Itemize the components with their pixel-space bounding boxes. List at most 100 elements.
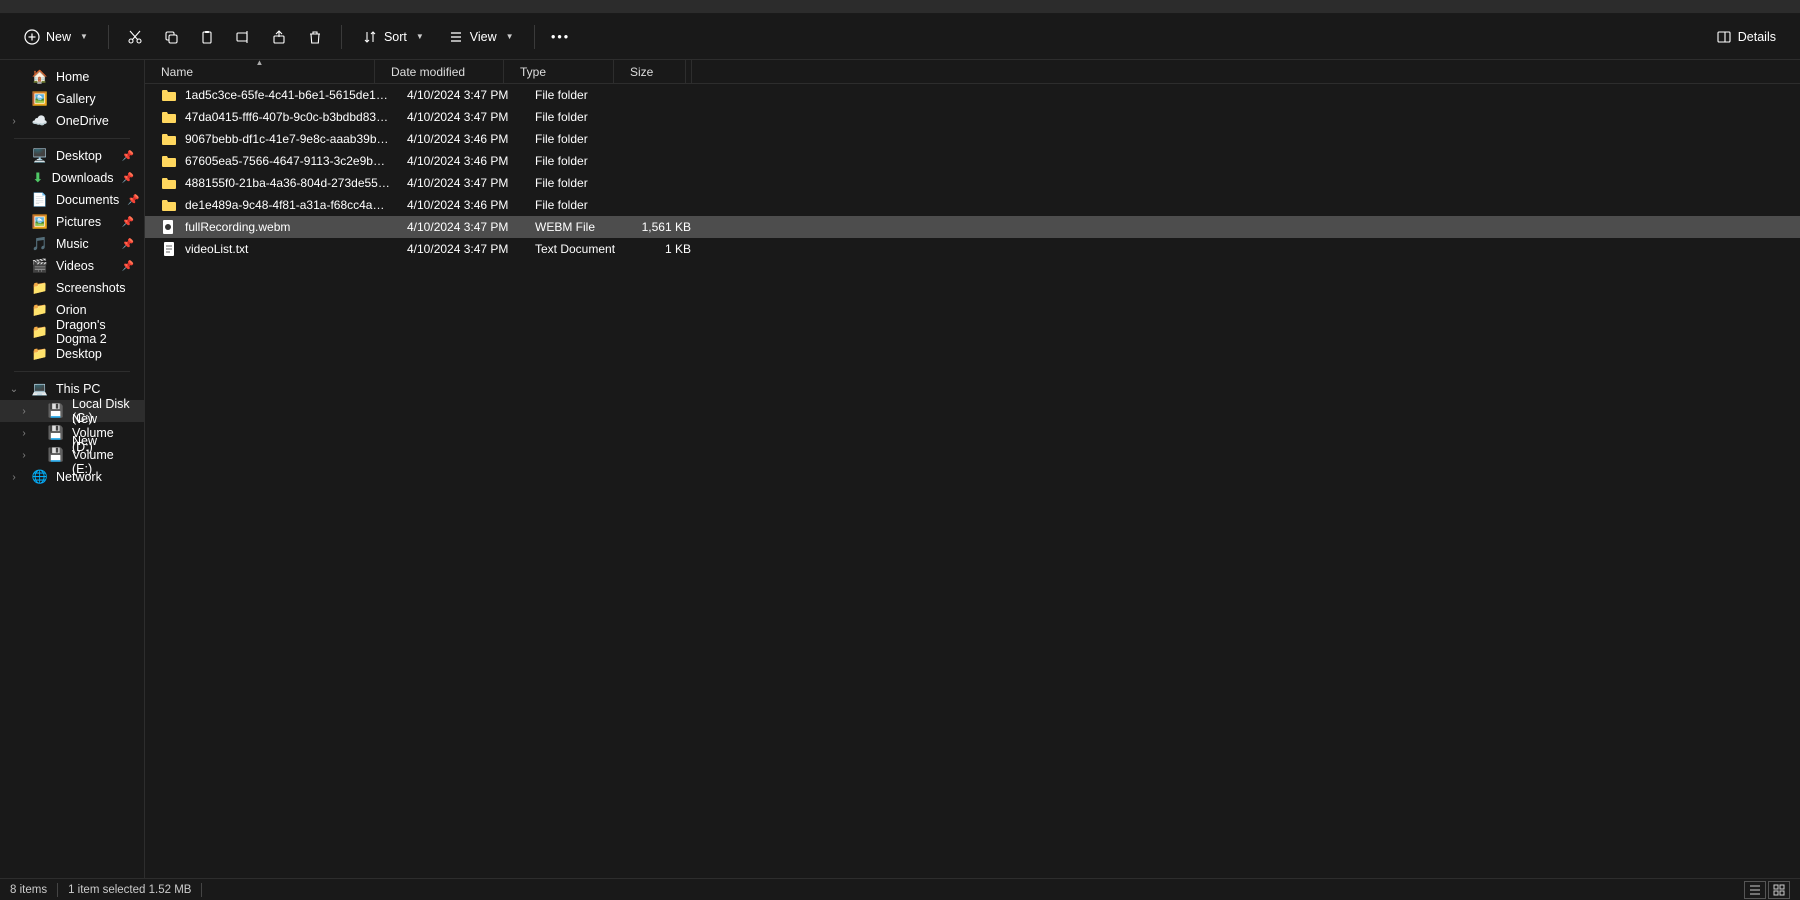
sort-icon — [362, 29, 378, 45]
file-date: 4/10/2024 3:47 PM — [391, 176, 519, 190]
nav-home[interactable]: 🏠Home — [0, 66, 144, 88]
file-list[interactable]: 1ad5c3ce-65fe-4c41-b6e1-5615de16321a4/10… — [145, 84, 1800, 878]
nav-videos[interactable]: 🎬 Videos 📌 — [0, 255, 144, 277]
file-type: File folder — [519, 176, 629, 190]
file-name: 488155f0-21ba-4a36-804d-273de55c1872 — [185, 176, 391, 190]
navigation-pane: 🏠Home 🖼️Gallery ›☁️OneDrive 🖥️Desktop📌 ⬇… — [0, 60, 145, 878]
file-row[interactable]: 67605ea5-7566-4647-9113-3c2e9b5c88484/10… — [145, 150, 1800, 172]
sort-button[interactable]: Sort ▼ — [352, 23, 434, 51]
sort-label: Sort — [384, 30, 407, 44]
file-type: WEBM File — [519, 220, 629, 234]
nav-label: Documents — [56, 193, 119, 207]
sort-asc-icon: ▲ — [256, 58, 264, 67]
list-icon — [1749, 884, 1761, 896]
header-type[interactable]: Type — [504, 60, 614, 83]
file-type: File folder — [519, 154, 629, 168]
chevron-right-icon[interactable]: › — [18, 450, 30, 461]
new-button[interactable]: New ▼ — [14, 23, 98, 51]
file-row[interactable]: 9067bebb-df1c-41e7-9e8c-aaab39bbb0a84/10… — [145, 128, 1800, 150]
file-name: videoList.txt — [185, 242, 391, 256]
nav-network[interactable]: ›🌐Network — [0, 466, 144, 488]
file-row[interactable]: 488155f0-21ba-4a36-804d-273de55c18724/10… — [145, 172, 1800, 194]
nav-onedrive[interactable]: ›☁️OneDrive — [0, 110, 144, 132]
disk-icon: 💾 — [48, 447, 64, 463]
plus-circle-icon — [24, 29, 40, 45]
folder-icon: 📁 — [32, 302, 48, 318]
pin-icon[interactable]: 📌 — [122, 261, 134, 272]
column-headers: Name▲ Date modified Type Size — [145, 60, 1800, 84]
nav-label: Home — [56, 70, 89, 84]
document-icon: 📄 — [32, 192, 48, 208]
cut-button[interactable] — [119, 21, 151, 53]
folder-icon — [161, 175, 177, 191]
delete-button[interactable] — [299, 21, 331, 53]
file-row[interactable]: fullRecording.webm4/10/2024 3:47 PMWEBM … — [145, 216, 1800, 238]
thumbnails-view-button[interactable] — [1768, 881, 1790, 899]
file-row[interactable]: de1e489a-9c48-4f81-a31a-f68cc4aa01d54/10… — [145, 194, 1800, 216]
file-type: File folder — [519, 88, 629, 102]
file-name: 47da0415-fff6-407b-9c0c-b3bdbd834cb4 — [185, 110, 391, 124]
nav-label: Gallery — [56, 92, 96, 106]
nav-gallery[interactable]: 🖼️Gallery — [0, 88, 144, 110]
pin-icon[interactable]: 📌 — [122, 217, 134, 228]
nav-label: Music — [56, 237, 89, 251]
file-type: File folder — [519, 132, 629, 146]
file-date: 4/10/2024 3:47 PM — [391, 220, 519, 234]
file-name: 67605ea5-7566-4647-9113-3c2e9b5c8848 — [185, 154, 391, 168]
nav-label: OneDrive — [56, 114, 109, 128]
copy-button[interactable] — [155, 21, 187, 53]
view-button[interactable]: View ▼ — [438, 23, 524, 51]
webm-icon — [161, 219, 177, 235]
nav-desktop2[interactable]: 📁Desktop — [0, 343, 144, 365]
pin-icon[interactable]: 📌 — [122, 173, 134, 184]
file-name: 9067bebb-df1c-41e7-9e8c-aaab39bbb0a8 — [185, 132, 391, 146]
details-button[interactable]: Details — [1706, 23, 1786, 51]
header-date[interactable]: Date modified — [375, 60, 504, 83]
nav-label: Network — [56, 470, 102, 484]
pin-icon[interactable]: 📌 — [127, 195, 139, 206]
nav-pictures[interactable]: 🖼️Pictures📌 — [0, 211, 144, 233]
details-view-button[interactable] — [1744, 881, 1766, 899]
nav-screenshots[interactable]: 📁Screenshots — [0, 277, 144, 299]
file-name: fullRecording.webm — [185, 220, 391, 234]
address-bar-stub — [0, 0, 1800, 14]
separator — [341, 25, 342, 49]
chevron-right-icon[interactable]: › — [18, 406, 30, 417]
nav-desktop[interactable]: 🖥️Desktop📌 — [0, 145, 144, 167]
pin-icon[interactable]: 📌 — [122, 151, 134, 162]
pin-icon[interactable]: 📌 — [122, 239, 134, 250]
nav-documents[interactable]: 📄 Documents 📌 — [0, 189, 144, 211]
nav-dd2[interactable]: 📁Dragon's Dogma 2 — [0, 321, 144, 343]
chevron-down-icon[interactable]: ⌄ — [8, 384, 20, 395]
pc-icon: 💻 — [32, 381, 48, 397]
more-button[interactable]: ••• — [545, 21, 577, 53]
folder-icon: 📁 — [32, 280, 48, 296]
file-date: 4/10/2024 3:46 PM — [391, 154, 519, 168]
separator — [534, 25, 535, 49]
videos-icon: 🎬 — [32, 258, 48, 274]
nav-label: This PC — [56, 382, 100, 396]
grid-icon — [1773, 884, 1785, 896]
toolbar: New ▼ Sort ▼ View ▼ ••• Details — [0, 14, 1800, 60]
chevron-right-icon[interactable]: › — [8, 116, 20, 127]
file-row[interactable]: 1ad5c3ce-65fe-4c41-b6e1-5615de16321a4/10… — [145, 84, 1800, 106]
nav-label: Videos — [56, 259, 94, 273]
disk-icon: 💾 — [48, 425, 64, 441]
nav-label: Downloads — [52, 171, 114, 185]
new-label: New — [46, 30, 71, 44]
header-label: Size — [630, 65, 653, 79]
file-row[interactable]: 47da0415-fff6-407b-9c0c-b3bdbd834cb44/10… — [145, 106, 1800, 128]
ellipsis-icon: ••• — [551, 30, 570, 44]
header-size[interactable]: Size — [614, 60, 686, 83]
nav-volume-e[interactable]: ›💾New Volume (E:) — [0, 444, 144, 466]
share-button[interactable] — [263, 21, 295, 53]
header-label: Date modified — [391, 65, 465, 79]
header-name[interactable]: Name▲ — [145, 60, 375, 83]
paste-button[interactable] — [191, 21, 223, 53]
chevron-right-icon[interactable]: › — [18, 428, 30, 439]
nav-music[interactable]: 🎵Music📌 — [0, 233, 144, 255]
file-row[interactable]: videoList.txt4/10/2024 3:47 PMText Docum… — [145, 238, 1800, 260]
rename-button[interactable] — [227, 21, 259, 53]
nav-downloads[interactable]: ⬇Downloads📌 — [0, 167, 144, 189]
chevron-right-icon[interactable]: › — [8, 472, 20, 483]
